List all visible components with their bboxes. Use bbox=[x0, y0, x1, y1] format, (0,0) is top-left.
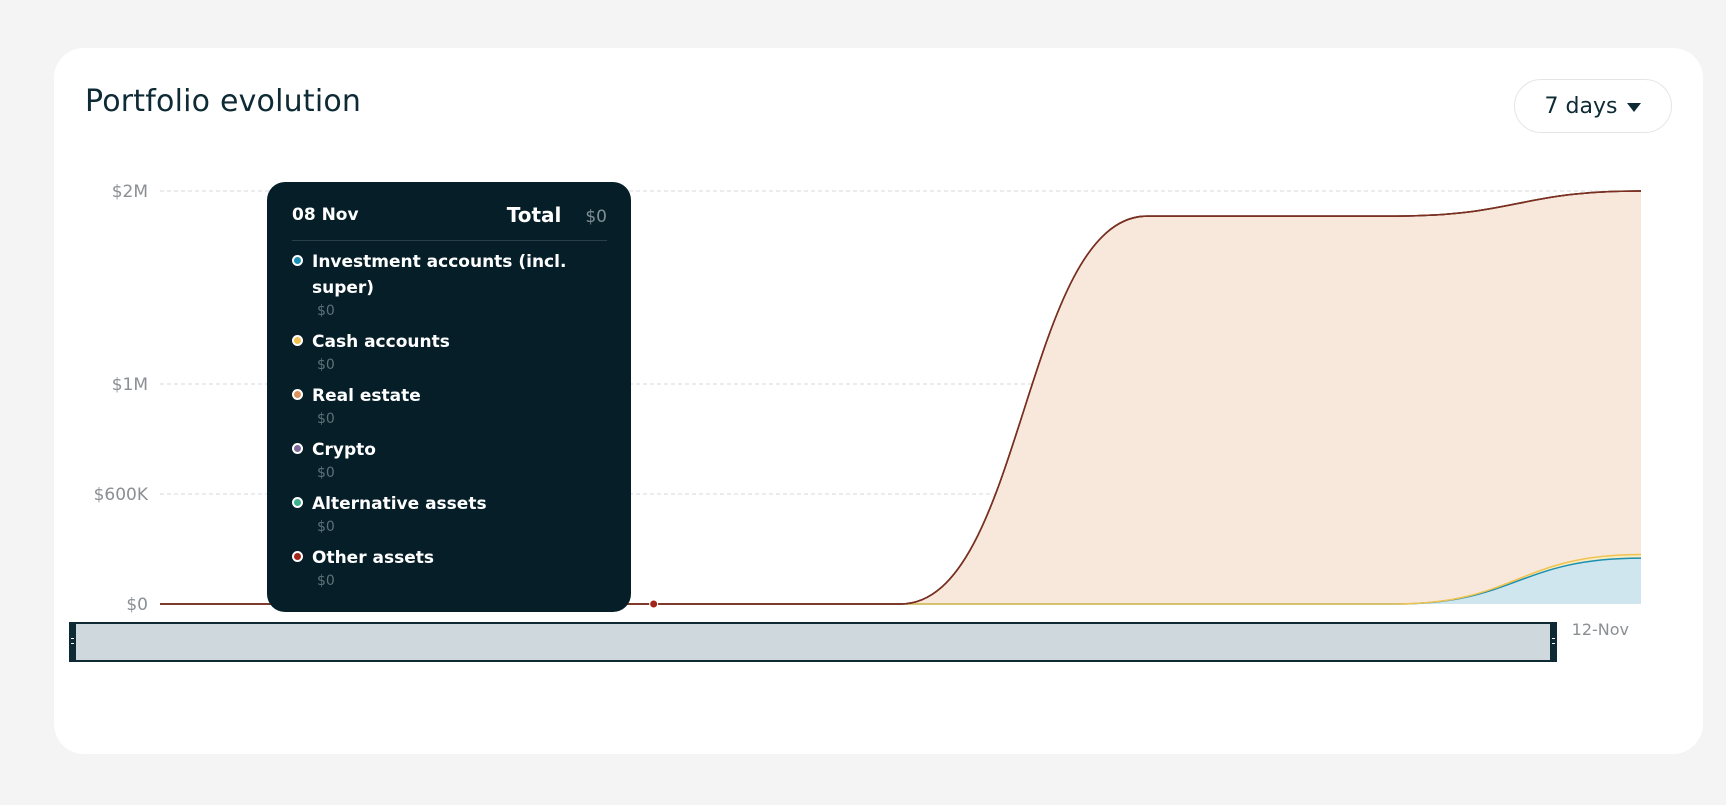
tooltip-item-name: Other assets bbox=[312, 548, 434, 568]
y-tick-label: $0 bbox=[126, 595, 148, 615]
tooltip-item-value: $0 bbox=[317, 411, 335, 427]
tooltip-item: Real estate $0 bbox=[292, 383, 607, 429]
y-tick-label: $1M bbox=[112, 375, 148, 395]
tooltip-item-value: $0 bbox=[317, 303, 335, 319]
chart-tooltip: 08 Nov Total $0 Investment accounts (inc… bbox=[267, 182, 631, 612]
hover-point bbox=[649, 599, 659, 609]
tooltip-total-value: $0 bbox=[585, 207, 607, 227]
series-dot-icon bbox=[292, 443, 303, 454]
portfolio-chart[interactable]: $2M$1M$600K$0 06-Nov07-Nov08-Nov09-Nov10… bbox=[0, 0, 1726, 805]
y-axis-ticks: $2M $1M $600K $0 bbox=[94, 182, 149, 615]
navigator-left-handle[interactable] bbox=[69, 622, 76, 662]
tooltip-item: Other assets $0 bbox=[292, 545, 607, 591]
y-tick-label: $2M bbox=[112, 182, 148, 202]
tooltip-date: 08 Nov bbox=[292, 205, 359, 225]
navigator-right-handle[interactable] bbox=[1550, 622, 1557, 662]
tooltip-total: Total $0 bbox=[507, 203, 607, 227]
grip-icon bbox=[1552, 638, 1555, 644]
tooltip-item-value: $0 bbox=[317, 519, 335, 535]
tooltip-items: Investment accounts (incl. super) $0 Cash … bbox=[292, 249, 607, 591]
series-dot-icon bbox=[292, 389, 303, 400]
tooltip-header: 08 Nov Total $0 bbox=[292, 200, 607, 241]
y-tick-label: $600K bbox=[94, 485, 149, 505]
tooltip-item-name: Alternative assets bbox=[312, 494, 487, 514]
hover-marker bbox=[649, 599, 659, 609]
tooltip-item-value: $0 bbox=[317, 465, 335, 481]
tooltip-item: Crypto $0 bbox=[292, 437, 607, 483]
grip-icon bbox=[71, 638, 74, 644]
tooltip-item: Cash accounts $0 bbox=[292, 329, 607, 375]
tooltip-total-label: Total bbox=[506, 203, 562, 227]
series-dot-icon bbox=[292, 497, 303, 508]
tooltip-item-name: Cash accounts bbox=[312, 332, 450, 352]
range-navigator[interactable] bbox=[69, 622, 1557, 662]
tooltip-item: Investment accounts (incl. super) $0 bbox=[292, 249, 607, 321]
x-tick-label: 12-Nov bbox=[1572, 620, 1629, 639]
tooltip-item-name: Real estate bbox=[312, 386, 421, 406]
tooltip-item-name: Crypto bbox=[312, 440, 376, 460]
series-dot-icon bbox=[292, 255, 303, 266]
series-dot-icon bbox=[292, 335, 303, 346]
tooltip-item-value: $0 bbox=[317, 573, 335, 589]
tooltip-item-name: Investment accounts (incl. super) bbox=[312, 252, 567, 298]
series-dot-icon bbox=[292, 551, 303, 562]
tooltip-item: Alternative assets $0 bbox=[292, 491, 607, 537]
tooltip-item-value: $0 bbox=[317, 357, 335, 373]
